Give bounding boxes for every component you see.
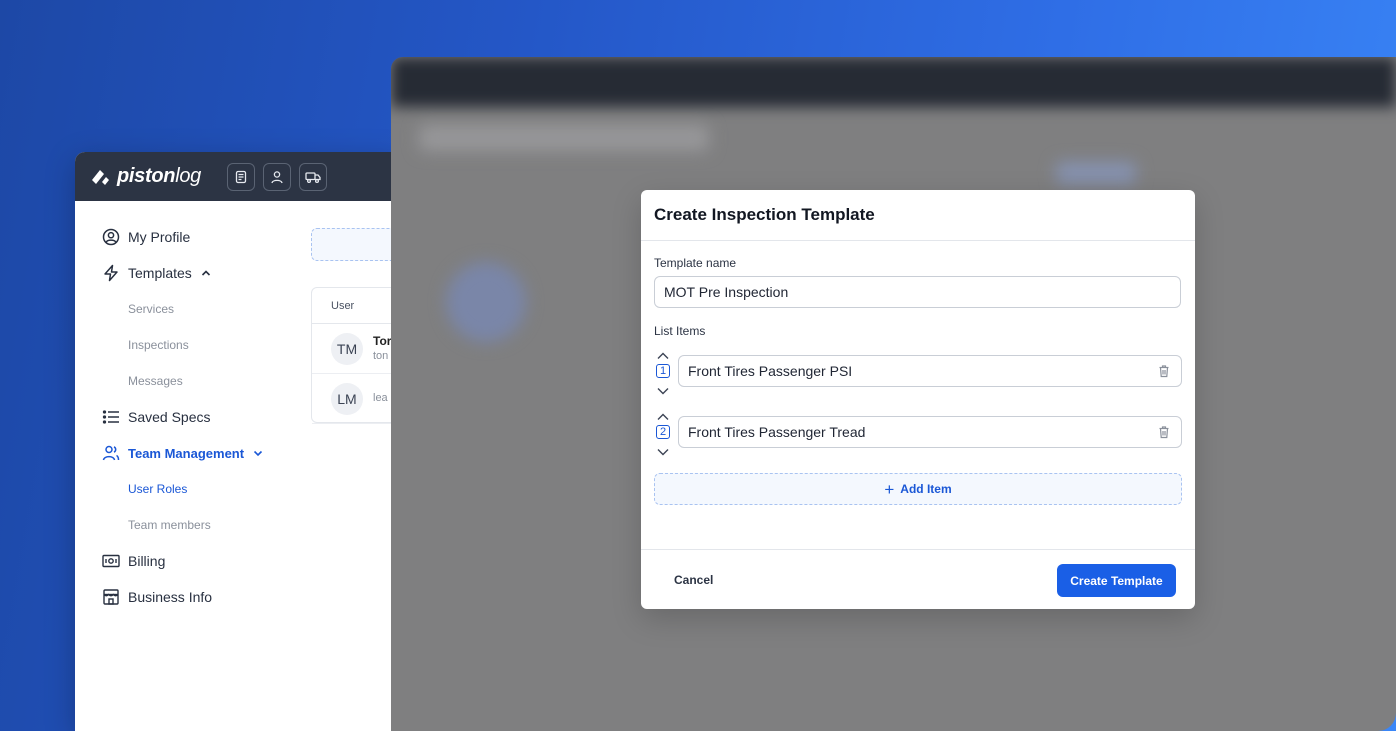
template-name-label: Template name [654,256,737,270]
app-window: pistonlog My Profile Templates Services … [75,152,405,731]
blurred-avatar [446,262,526,342]
move-up-icon[interactable] [656,409,670,420]
sidebar-item-billing[interactable]: Billing [75,543,405,579]
sidebar-subitem-team-members[interactable]: Team members [75,507,405,543]
lightning-icon [102,264,120,282]
logo[interactable]: pistonlog [89,165,201,188]
money-icon [102,552,120,570]
plus-icon: + [884,479,895,499]
logo-text-bold: piston [117,165,176,187]
document-icon[interactable] [227,162,255,191]
sidebar-subitem-user-roles[interactable]: User Roles [75,471,405,507]
user-cell: Tor ton [373,334,391,364]
hero-background: pistonlog My Profile Templates Services … [0,0,1396,731]
list-item-input[interactable]: Front Tires Passenger Tread [678,416,1182,448]
truck-icon[interactable] [299,162,327,191]
blurred-header [391,57,1396,107]
item-number-badge: 2 [656,425,670,439]
list-item-value: Front Tires Passenger Tread [688,424,866,440]
avatar: LM [331,382,363,415]
sidebar-item-label: Billing [128,553,166,569]
logo-icon [89,166,111,188]
blurred-accent [1056,162,1136,184]
user-name: Tor [373,333,392,348]
create-template-button[interactable]: Create Template [1057,564,1176,597]
move-up-icon[interactable] [656,348,670,359]
move-down-icon[interactable] [656,383,670,395]
sidebar-item-label: My Profile [128,229,191,245]
create-template-modal: Create Inspection Template Template name… [641,190,1195,609]
list-items-label: List Items [654,324,706,338]
chevron-down-icon [252,447,264,459]
sidebar-item-business-info[interactable]: Business Info [75,579,405,615]
move-down-icon[interactable] [656,444,670,456]
list-item-input[interactable]: Front Tires Passenger PSI [678,355,1182,387]
trash-icon[interactable] [1157,364,1171,378]
blurred-title-block [419,125,709,151]
item-number-badge: 1 [656,364,670,378]
user-email: ton [373,349,389,362]
template-name-input[interactable]: MOT Pre Inspection [654,276,1181,308]
store-icon [102,588,120,606]
modal-footer: Cancel Create Template [641,549,1195,610]
modal-title: Create Inspection Template [641,190,1195,241]
sidebar-item-label: Templates [128,265,192,281]
user-icon[interactable] [263,162,291,191]
sidebar-item-label: Team Management [128,445,245,461]
logo-text-light: log [175,165,201,187]
list-item-value: Front Tires Passenger PSI [688,363,853,379]
users-icon [102,444,120,462]
app-header: pistonlog [75,152,405,201]
sidebar-item-label: Saved Specs [128,409,211,425]
add-item-button[interactable]: + Add Item [654,473,1182,505]
add-item-label: Add Item [900,482,952,496]
user-cell: lea [373,391,388,406]
user-circle-icon [102,228,120,246]
chevron-up-icon [200,267,212,279]
user-email: lea [373,392,388,404]
sidebar-item-label: Business Info [128,589,213,605]
avatar: TM [331,332,363,365]
list-icon [102,408,120,426]
trash-icon[interactable] [1157,425,1171,439]
sidebar-item-team-management[interactable]: Team Management [75,435,405,471]
cancel-button[interactable]: Cancel [674,573,713,587]
